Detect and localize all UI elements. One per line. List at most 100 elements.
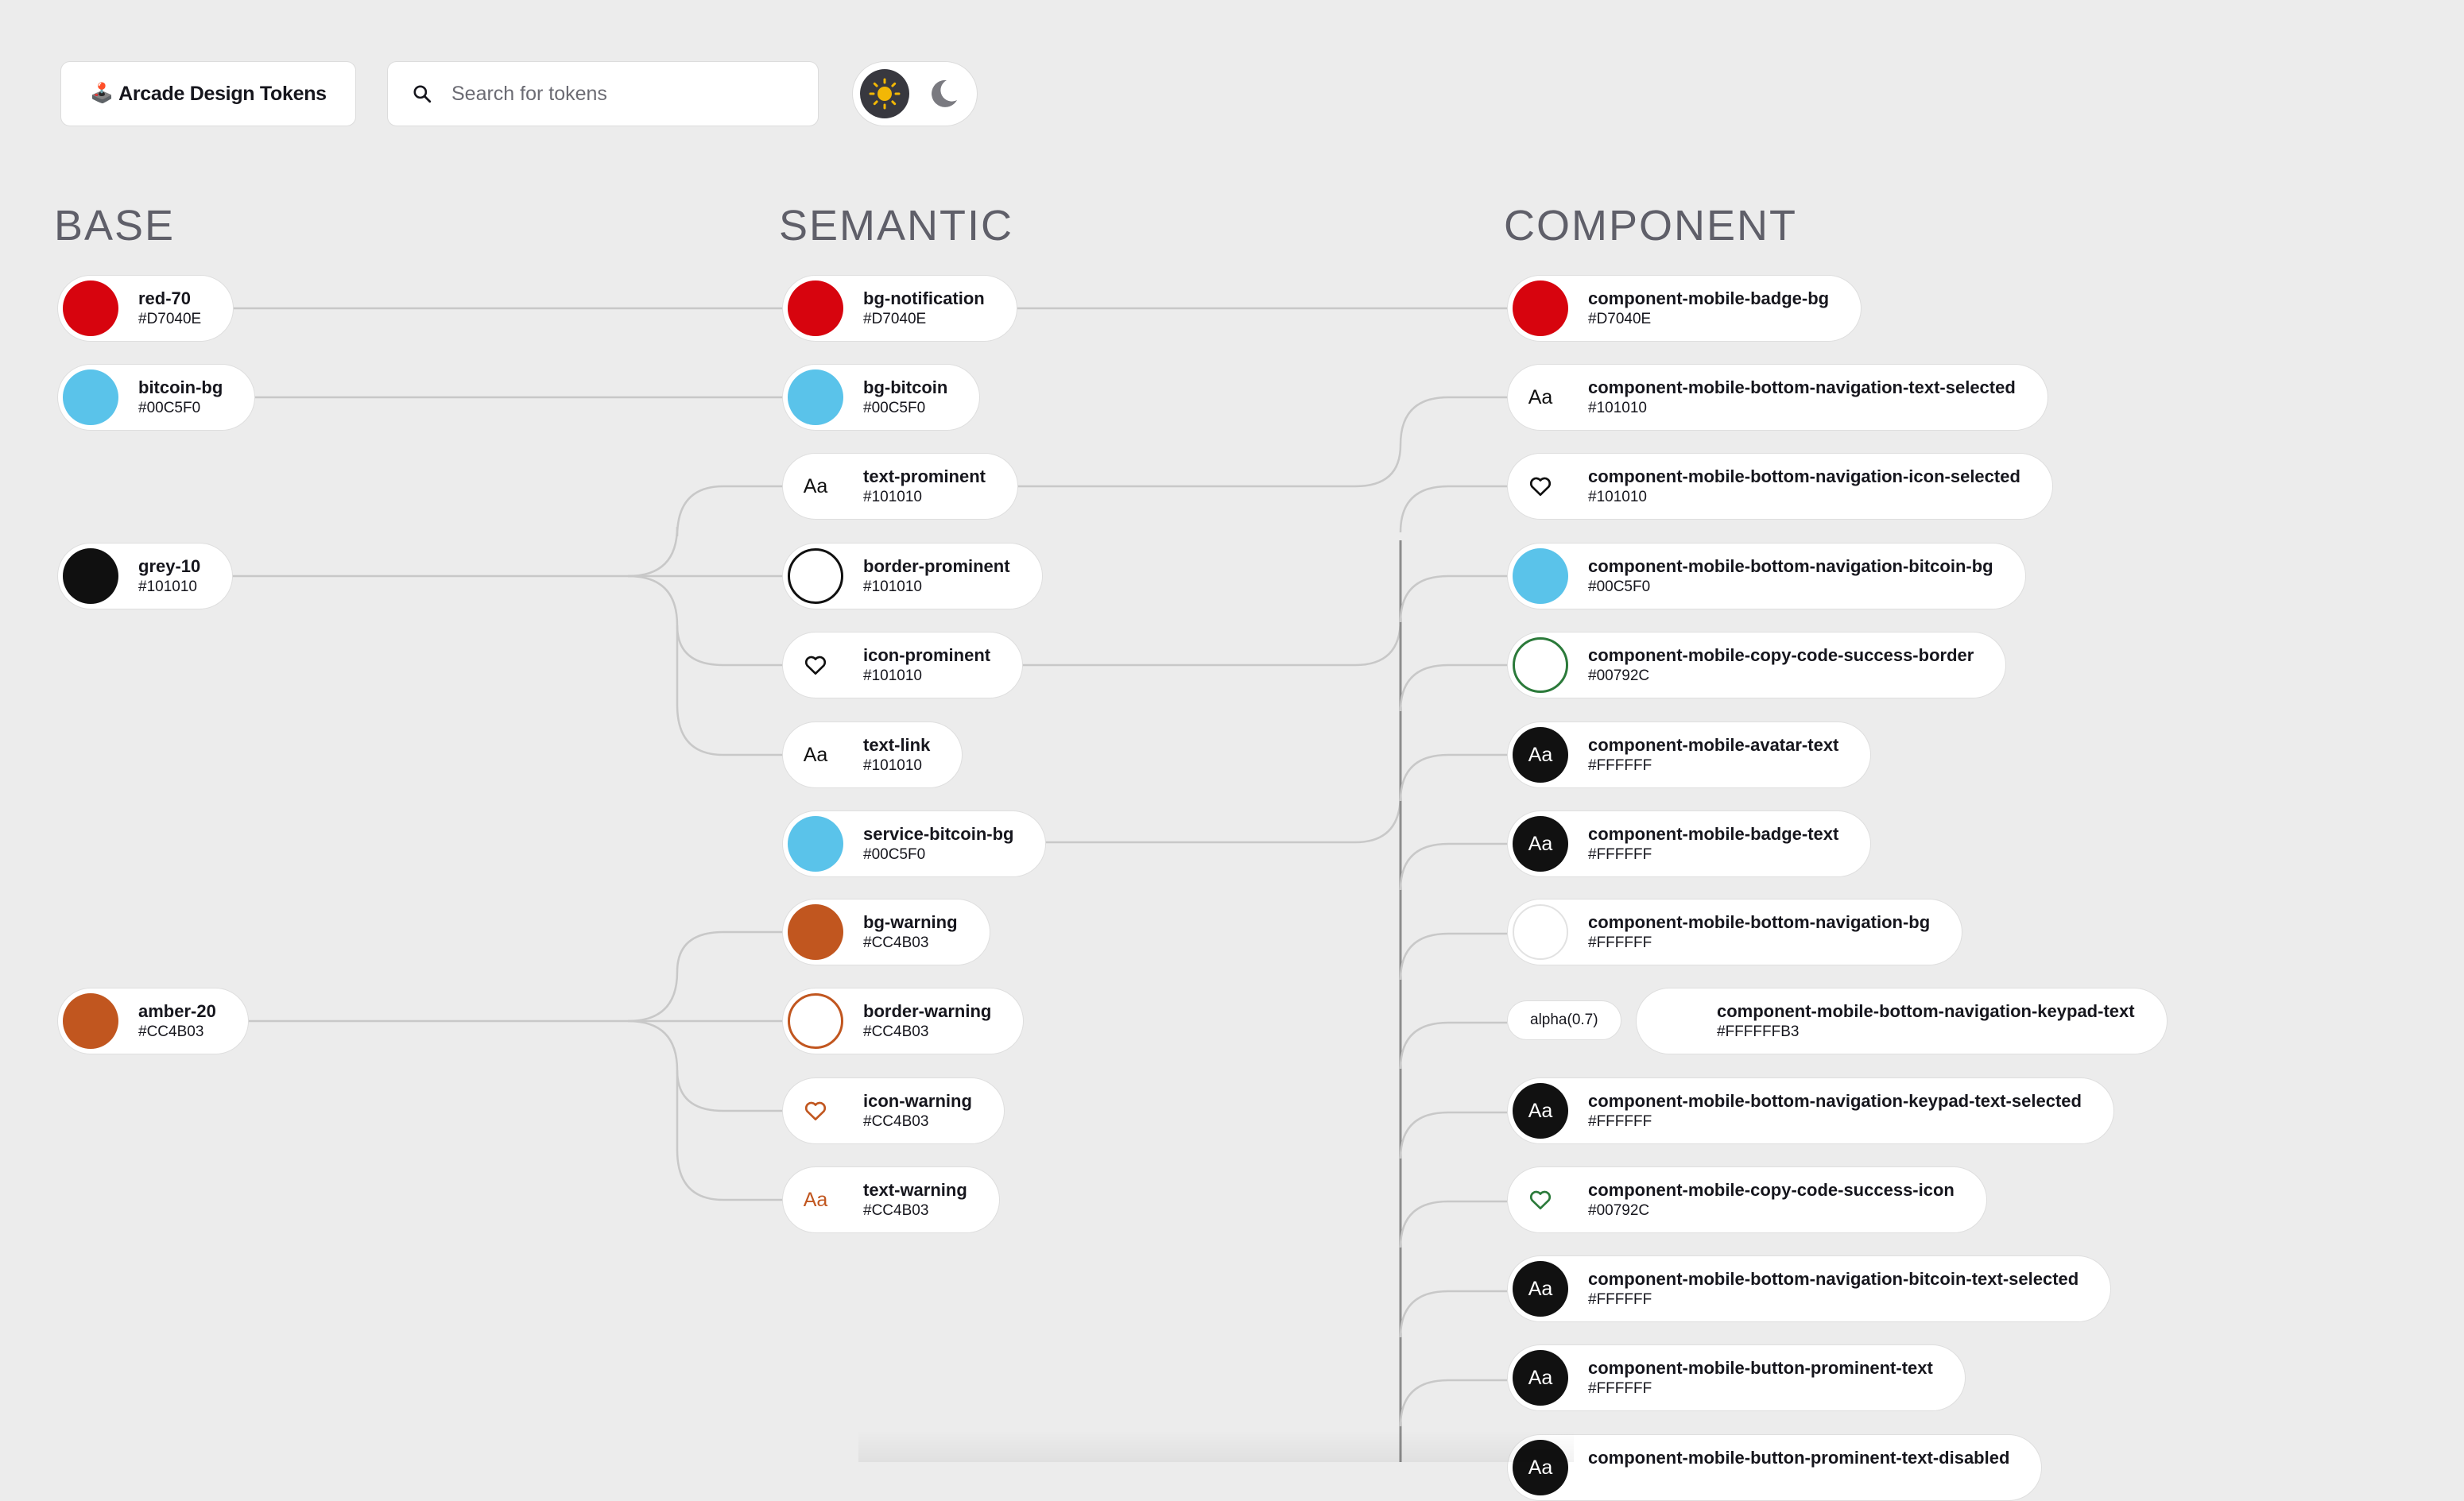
token-name: component-mobile-bottom-navigation-keypa…: [1717, 1001, 2135, 1021]
token-pill[interactable]: Aa text-prominent #101010: [782, 453, 1018, 520]
token-hex: #101010: [863, 578, 922, 595]
token-name: border-prominent: [863, 556, 1010, 576]
color-swatch: [1641, 993, 1697, 1049]
heart-icon: [788, 637, 843, 693]
token-name: component-mobile-bottom-navigation-keypa…: [1588, 1091, 2082, 1111]
bottom-scroll-shadow: [858, 1430, 1574, 1462]
border-swatch: [788, 548, 843, 604]
token-hex: #D7040E: [1588, 311, 1652, 327]
token-name: service-bitcoin-bg: [863, 824, 1014, 844]
token-name: text-link: [863, 735, 931, 755]
token-name: bg-notification: [863, 288, 985, 308]
connector-lines: [227, 307, 1507, 1462]
token-pill[interactable]: component-mobile-copy-code-success-icon #…: [1507, 1166, 1987, 1233]
token-hex: #D7040E: [863, 311, 927, 327]
token-pill[interactable]: Aa component-mobile-button-prominent-tex…: [1507, 1344, 1966, 1411]
token-hex: #FFFFFF: [1588, 934, 1652, 951]
token-hex: #CC4B03: [863, 1202, 929, 1219]
token-hex: #CC4B03: [138, 1023, 204, 1040]
alpha-badge: alpha(0.7): [1507, 1000, 1621, 1040]
text-sample-icon: Aa: [1528, 385, 1553, 408]
token-name: component-mobile-bottom-navigation-bg: [1588, 912, 1931, 932]
token-hex: #00C5F0: [1588, 578, 1651, 595]
token-name: icon-warning: [863, 1091, 972, 1111]
text-sample-icon: Aa: [1513, 1083, 1568, 1139]
token-pill[interactable]: component-mobile-badge-bg #D7040E: [1507, 275, 1862, 342]
token-name: icon-prominent: [863, 645, 991, 665]
token-pill[interactable]: bitcoin-bg #00C5F0: [57, 364, 256, 431]
token-name: component-mobile-copy-code-success-icon: [1588, 1180, 1955, 1200]
token-pill[interactable]: border-warning #CC4B03: [782, 988, 1025, 1054]
token-hex: #00C5F0: [863, 846, 926, 863]
token-pill[interactable]: component-mobile-bottom-navigation-bitco…: [1507, 543, 2026, 609]
token-pill[interactable]: Aa component-mobile-badge-text #FFFFFF: [1507, 810, 1872, 877]
heart-icon: [1513, 458, 1568, 514]
token-pill[interactable]: red-70 #D7040E: [57, 275, 234, 342]
token-name: component-mobile-avatar-text: [1588, 735, 1839, 755]
token-hex: #101010: [1588, 400, 1647, 416]
text-sample-icon: Aa: [1513, 1350, 1568, 1406]
color-swatch: [1513, 280, 1568, 336]
token-hex: #FFFFFF: [1588, 1113, 1652, 1130]
token-pill[interactable]: Aa text-warning #CC4B03: [782, 1166, 1000, 1233]
token-pill[interactable]: Aa component-mobile-avatar-text #FFFFFF: [1507, 721, 1872, 788]
token-pill[interactable]: grey-10 #101010: [57, 543, 234, 609]
border-swatch: [788, 993, 843, 1049]
token-name: red-70: [138, 288, 192, 308]
color-swatch: [788, 904, 843, 960]
color-swatch: [788, 369, 843, 425]
token-name: component-mobile-copy-code-success-borde…: [1588, 645, 1974, 665]
token-pill[interactable]: icon-warning #CC4B03: [782, 1077, 1005, 1144]
token-pill[interactable]: icon-prominent #101010: [782, 632, 1024, 698]
color-swatch: [1513, 904, 1568, 960]
token-hex: #00C5F0: [863, 400, 926, 416]
token-pill[interactable]: border-prominent #101010: [782, 543, 1043, 609]
token-pill[interactable]: bg-notification #D7040E: [782, 275, 1017, 342]
text-sample-icon: Aa: [803, 743, 828, 766]
token-pill[interactable]: bg-warning #CC4B03: [782, 899, 990, 965]
heart-icon: [1513, 1172, 1568, 1228]
token-hex: #FFFFFF: [1588, 757, 1652, 774]
token-name: component-mobile-badge-text: [1588, 824, 1839, 844]
text-sample-icon: Aa: [1513, 727, 1568, 783]
token-pill[interactable]: Aa component-mobile-button-prominent-tex…: [1507, 1434, 2043, 1501]
text-sample-icon: Aa: [1513, 1261, 1568, 1317]
token-name: text-prominent: [863, 466, 986, 486]
token-name: component-mobile-bottom-navigation-bitco…: [1588, 556, 1993, 576]
token-hex: #101010: [1588, 489, 1647, 505]
token-hex: #FFFFFF: [1588, 1291, 1652, 1308]
token-hex: #00792C: [1588, 1202, 1650, 1219]
token-hex: #FFFFFF: [1588, 1380, 1652, 1397]
color-swatch: [63, 369, 118, 425]
token-pill[interactable]: Aa text-link #101010: [782, 721, 963, 788]
token-hex: #CC4B03: [863, 1113, 929, 1130]
token-pill[interactable]: bg-bitcoin #00C5F0: [782, 364, 981, 431]
token-pill[interactable]: component-mobile-copy-code-success-borde…: [1507, 632, 2007, 698]
token-name: component-mobile-button-prominent-text: [1588, 1358, 1933, 1378]
color-swatch: [788, 280, 843, 336]
token-pill[interactable]: Aa component-mobile-bottom-navigation-bi…: [1507, 1255, 2112, 1322]
token-name: bitcoin-bg: [138, 377, 223, 397]
token-pill[interactable]: component-mobile-bottom-navigation-bg #FF…: [1507, 899, 1963, 965]
text-sample-icon: Aa: [803, 474, 828, 497]
token-hex: #CC4B03: [863, 934, 929, 951]
token-pill[interactable]: component-mobile-bottom-navigation-icon-…: [1507, 453, 2053, 520]
token-name: amber-20: [138, 1001, 216, 1021]
border-swatch: [1513, 637, 1568, 693]
token-pill[interactable]: component-mobile-bottom-navigation-keypa…: [1636, 988, 2168, 1054]
color-swatch: [788, 816, 843, 872]
text-sample-icon: Aa: [803, 1188, 828, 1211]
token-hex: #101010: [863, 757, 922, 774]
token-pill[interactable]: service-bitcoin-bg #00C5F0: [782, 810, 1047, 877]
token-pill[interactable]: amber-20 #CC4B03: [57, 988, 249, 1054]
token-name: component-mobile-bottom-navigation-icon-…: [1588, 466, 2020, 486]
color-swatch: [1513, 548, 1568, 604]
token-hex: #00C5F0: [138, 400, 201, 416]
token-name: border-warning: [863, 1001, 992, 1021]
token-pill[interactable]: Aa component-mobile-bottom-navigation-te…: [1507, 364, 2048, 431]
token-name: grey-10: [138, 556, 201, 576]
token-pill[interactable]: Aa component-mobile-bottom-navigation-ke…: [1507, 1077, 2114, 1144]
token-name: component-mobile-button-prominent-text-d…: [1588, 1448, 2010, 1468]
token-hex: #CC4B03: [863, 1023, 929, 1040]
heart-icon: [788, 1083, 843, 1139]
